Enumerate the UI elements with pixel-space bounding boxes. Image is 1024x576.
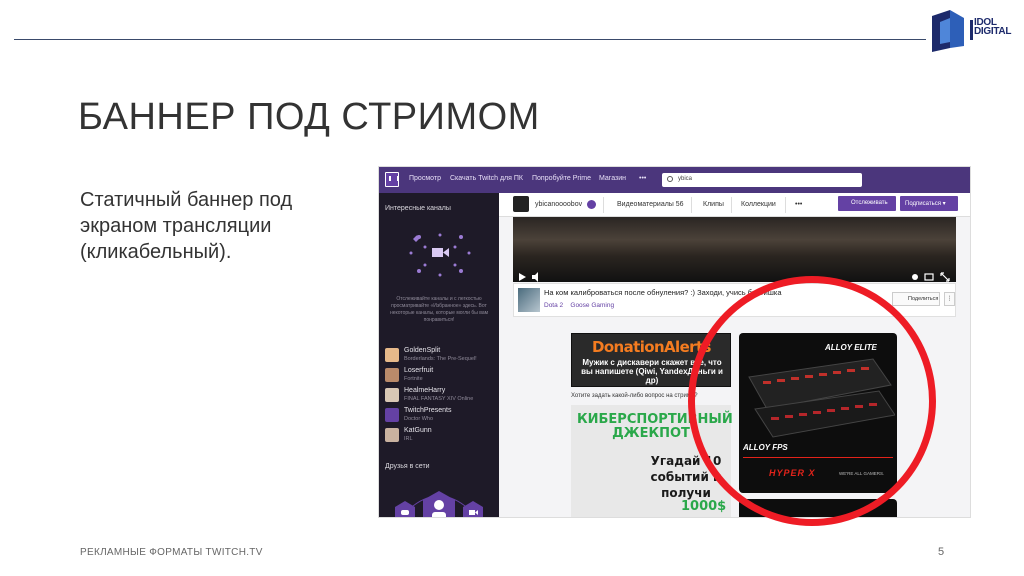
divider (785, 197, 786, 213)
volume-icon (532, 272, 538, 282)
tab-more[interactable]: ••• (795, 201, 802, 208)
channel-name: Loserfruit (404, 367, 434, 374)
stream-game[interactable]: Dota 2 (544, 302, 563, 309)
sidebar-note: Отслеживайте каналы и с легкостью просма… (389, 296, 489, 323)
tab-collections[interactable]: Коллекции (741, 201, 776, 208)
share-button[interactable]: Поделиться (892, 292, 940, 306)
avatar (385, 408, 399, 422)
channel-item[interactable]: GoldenSplit Borderlands: The Pre-Sequel! (385, 347, 497, 365)
footer-title: РЕКЛАМНЫЕ ФОРМАТЫ TWITCH.TV (80, 547, 263, 558)
logo-wordmark: IDOL DIGITAL (974, 18, 1012, 37)
stream-team[interactable]: Goose Gaming (570, 302, 614, 309)
channel-game: Borderlands: The Pre-Sequel! (404, 356, 477, 362)
channel-name[interactable]: ybicanoooobov (535, 201, 582, 208)
channel-game: Fortnite (404, 376, 423, 382)
divider (691, 197, 692, 213)
stream-thumbnail[interactable] (518, 288, 540, 312)
logo-line-2: DIGITAL (974, 26, 1012, 37)
share-label: Поделиться (908, 296, 939, 302)
twitch-topbar: Просмотр Скачать Twitch для ПК Попробуйт… (379, 167, 970, 193)
follow-button[interactable]: Отслеживать (838, 196, 896, 211)
top-divider (14, 39, 926, 40)
nav-browse[interactable]: Просмотр (409, 175, 441, 182)
search-value: ybica (678, 176, 693, 182)
jackpot-amount: 1000$ (681, 499, 727, 514)
subscribe-button[interactable]: Подписаться ▾ (900, 196, 958, 211)
friends-illustration-icon (395, 491, 483, 517)
avatar (385, 388, 399, 402)
idol-digital-logo: IDOL DIGITAL (928, 8, 1012, 54)
channel-bar: ybicanoooobov Видеоматериалы 56 Клипы Ко… (499, 193, 970, 217)
avatar (385, 368, 399, 382)
channel-name: TwitchPresents (404, 407, 452, 414)
channel-item[interactable]: HealmeHarry FINAL FANTASY XIV Online (385, 387, 497, 405)
more-icon: ⋮ (946, 296, 953, 302)
follow-label: Отслеживать (851, 200, 888, 206)
highlight-circle (688, 276, 936, 526)
page-number: 5 (938, 546, 945, 558)
nav-store[interactable]: Магазин (599, 175, 626, 182)
channel-name: GoldenSplit (404, 347, 441, 354)
slide-title: БАННЕР ПОД СТРИМОМ (78, 96, 540, 138)
twitch-logo-icon[interactable] (385, 172, 399, 187)
friends-heading: Друзья в сети (385, 463, 430, 470)
search-input[interactable]: ybica (662, 173, 862, 187)
avatar (385, 428, 399, 442)
settings-icon (912, 274, 918, 280)
channel-game: IRL (404, 436, 413, 442)
channel-game: FINAL FANTASY XIV Online (404, 396, 474, 402)
divider (603, 197, 604, 213)
channel-item[interactable]: KatGunn IRL (385, 427, 497, 445)
avatar (385, 348, 399, 362)
twitch-sidebar: Интересные каналы Отслеживайте каналы и … (379, 193, 499, 517)
featured-heading: Интересные каналы (385, 205, 451, 212)
subscribe-label: Подписаться ▾ (905, 201, 946, 207)
channel-avatar[interactable] (513, 196, 529, 212)
tab-clips[interactable]: Клипы (703, 201, 724, 208)
more-button[interactable]: ⋮ (944, 292, 955, 306)
channel-item[interactable]: TwitchPresents Doctor Who (385, 407, 497, 425)
nav-download[interactable]: Скачать Twitch для ПК (450, 175, 523, 182)
fullscreen-icon (940, 272, 950, 282)
verified-icon (587, 200, 596, 209)
theatre-icon (924, 273, 934, 281)
donation-title: DonationAlerts (592, 338, 711, 356)
hearts-camera-icon (409, 233, 471, 277)
play-icon (519, 273, 526, 281)
tab-videos[interactable]: Видеоматериалы 56 (617, 201, 684, 208)
logo-cube-icon (932, 10, 964, 52)
nav-more[interactable]: ••• (639, 175, 646, 182)
stream-meta: Dota 2 Goose Gaming (544, 302, 614, 309)
channel-game: Doctor Who (404, 416, 434, 422)
nav-prime[interactable]: Попробуйте Prime (532, 175, 591, 182)
logo-bar (970, 20, 973, 40)
channel-item[interactable]: Loserfruit Fortnite (385, 367, 497, 385)
slide-description: Статичный баннер под экраном трансляции … (80, 189, 293, 263)
ask-question-text: Хотите задать какой-либо вопрос на стрим… (571, 393, 698, 399)
player-controls (519, 272, 950, 282)
channel-name: HealmeHarry (404, 387, 446, 394)
channel-name: KatGunn (404, 427, 432, 434)
divider (731, 197, 732, 213)
search-icon (667, 176, 673, 182)
